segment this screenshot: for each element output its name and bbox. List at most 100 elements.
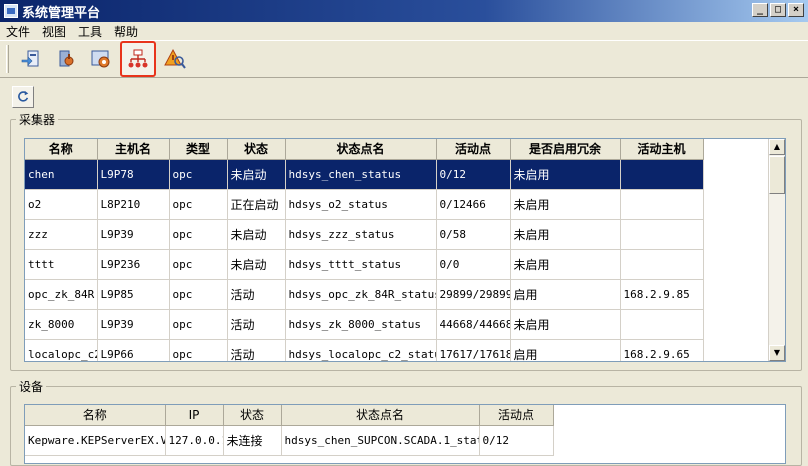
menu-bar: 文件 视图 工具 帮助 bbox=[0, 22, 808, 40]
dev-col-header-name[interactable]: 名称 bbox=[25, 405, 166, 426]
window-title: 系统管理平台 bbox=[22, 5, 101, 21]
collector-cell: 未启用 bbox=[510, 249, 621, 280]
maximize-button[interactable]: □ bbox=[770, 3, 786, 17]
collector-cell: 0/0 bbox=[436, 249, 511, 280]
dev-col-header-active-points[interactable]: 活动点 bbox=[479, 405, 554, 426]
app-icon bbox=[4, 4, 18, 18]
device-cell: 未连接 bbox=[223, 425, 282, 456]
collector-cell: 启用 bbox=[510, 279, 621, 310]
collector-cell: 未启用 bbox=[510, 219, 621, 250]
collector-cell: localopc_c2 bbox=[25, 339, 98, 361]
collector-cell: hdsys_localopc_c2_status bbox=[285, 339, 437, 361]
col-header-active-points[interactable]: 活动点 bbox=[436, 139, 511, 160]
import-button[interactable] bbox=[15, 43, 47, 75]
settings-button[interactable] bbox=[85, 43, 117, 75]
collector-cell: L9P39 bbox=[97, 309, 170, 340]
collector-cell: 正在启动 bbox=[227, 189, 286, 220]
collector-cell: hdsys_o2_status bbox=[285, 189, 437, 220]
refresh-button[interactable] bbox=[12, 86, 34, 108]
collector-cell: opc bbox=[169, 219, 228, 250]
scroll-down-button[interactable]: ▼ bbox=[769, 345, 785, 361]
minimize-button[interactable]: _ bbox=[752, 3, 768, 17]
device-cell: 0/12 bbox=[479, 425, 554, 456]
collector-cell: 活动 bbox=[227, 309, 286, 340]
collector-cell: 未启动 bbox=[227, 159, 286, 190]
collector-cell: L9P236 bbox=[97, 249, 170, 280]
collector-cell: opc bbox=[169, 309, 228, 340]
collector-cell: 17617/17618 bbox=[436, 339, 511, 361]
collector-cell: hdsys_zzz_status bbox=[285, 219, 437, 250]
collector-cell: hdsys_zk_8000_status bbox=[285, 309, 437, 340]
menu-file[interactable]: 文件 bbox=[0, 23, 36, 40]
collector-cell: opc_zk_84R bbox=[25, 279, 98, 310]
collector-cell: 未启用 bbox=[510, 189, 621, 220]
window-controls: _ □ × bbox=[752, 3, 804, 17]
collector-cell: 未启用 bbox=[510, 309, 621, 340]
collector-cell: 168.2.9.85 bbox=[620, 279, 704, 310]
collectors-table[interactable]: 名称 主机名 类型 状态 状态点名 活动点 是否启用冗余 活动主机 chen L9… bbox=[24, 138, 786, 362]
col-header-host[interactable]: 主机名 bbox=[97, 139, 170, 160]
col-header-redundancy[interactable]: 是否启用冗余 bbox=[510, 139, 621, 160]
network-topology-icon bbox=[128, 49, 148, 68]
collector-cell: 29899/29899 bbox=[436, 279, 511, 310]
tool-config-button[interactable] bbox=[50, 43, 82, 75]
alarm-search-button[interactable] bbox=[159, 43, 191, 75]
collector-row[interactable]: zzz L9P39 opc 未启动 hdsys_zzz_status 0/58 未启用 bbox=[25, 219, 704, 250]
menu-tools[interactable]: 工具 bbox=[72, 23, 108, 40]
settings-gear-icon bbox=[91, 50, 110, 68]
collector-cell: 未启动 bbox=[227, 219, 286, 250]
collector-row[interactable]: opc_zk_84R L9P85 opc 活动 hdsys_opc_zk_84R_sta… bbox=[25, 279, 704, 310]
col-header-active-host[interactable]: 活动主机 bbox=[620, 139, 704, 160]
toolbar bbox=[0, 40, 808, 78]
devices-group-label: 设备 bbox=[16, 378, 47, 395]
col-header-name[interactable]: 名称 bbox=[25, 139, 98, 160]
collector-cell: zk_8000 bbox=[25, 309, 98, 340]
collector-cell: L9P39 bbox=[97, 219, 170, 250]
device-cell: 127.0.0.1 bbox=[165, 425, 224, 456]
devices-header-row: 名称 IP 状态 状态点名 活动点 bbox=[25, 405, 554, 426]
collector-cell: L9P85 bbox=[97, 279, 170, 310]
collector-cell: 0/12466 bbox=[436, 189, 511, 220]
menu-view[interactable]: 视图 bbox=[36, 23, 72, 40]
col-header-status[interactable]: 状态 bbox=[227, 139, 286, 160]
collector-cell bbox=[620, 309, 704, 340]
scroll-up-button[interactable]: ▲ bbox=[769, 139, 785, 155]
menu-help[interactable]: 帮助 bbox=[108, 23, 144, 40]
collector-cell: hdsys_opc_zk_84R_status bbox=[285, 279, 437, 310]
collector-cell: opc bbox=[169, 339, 228, 361]
collector-row[interactable]: zk_8000 L9P39 opc 活动 hdsys_zk_8000_status 446… bbox=[25, 309, 704, 340]
refresh-icon bbox=[18, 90, 29, 102]
close-button[interactable]: × bbox=[788, 3, 804, 17]
collector-cell: 0/12 bbox=[436, 159, 511, 190]
collector-cell: 未启动 bbox=[227, 249, 286, 280]
collector-cell: zzz bbox=[25, 219, 98, 250]
collector-cell: opc bbox=[169, 249, 228, 280]
collectors-scrollbar[interactable]: ▲ ▼ bbox=[768, 139, 785, 361]
collector-cell bbox=[620, 189, 704, 220]
collector-cell bbox=[620, 249, 704, 280]
devices-table[interactable]: 名称 IP 状态 状态点名 活动点 Kepware.KEPServerEX.V6… bbox=[24, 404, 786, 464]
toolbar-grip bbox=[6, 45, 9, 73]
collector-cell: 0/58 bbox=[436, 219, 511, 250]
collector-row[interactable]: chen L9P78 opc 未启动 hdsys_chen_status 0/12 未启用 bbox=[25, 159, 704, 190]
collector-cell: L9P78 bbox=[97, 159, 170, 190]
import-icon bbox=[21, 50, 39, 67]
collector-cell: L8P210 bbox=[97, 189, 170, 220]
collector-cell: opc bbox=[169, 189, 228, 220]
device-row[interactable]: Kepware.KEPServerEX.V6 127.0.0.1 未连接 hdsys_… bbox=[25, 425, 554, 456]
dev-col-header-status[interactable]: 状态 bbox=[223, 405, 282, 426]
collector-cell: 未启用 bbox=[510, 159, 621, 190]
col-header-status-point[interactable]: 状态点名 bbox=[285, 139, 437, 160]
col-header-type[interactable]: 类型 bbox=[169, 139, 228, 160]
title-bar: 系统管理平台 _ □ × bbox=[0, 0, 808, 22]
collectors-group-label: 采集器 bbox=[16, 111, 59, 128]
collector-row[interactable]: localopc_c2 L9P66 opc 活动 hdsys_localopc_c2_s… bbox=[25, 339, 704, 361]
collector-row[interactable]: o2 L8P210 opc 正在启动 hdsys_o2_status 0/12466 未启用 bbox=[25, 189, 704, 220]
network-topology-button[interactable] bbox=[120, 41, 156, 77]
dev-col-header-status-point[interactable]: 状态点名 bbox=[281, 405, 480, 426]
collectors-header-row: 名称 主机名 类型 状态 状态点名 活动点 是否启用冗余 活动主机 bbox=[25, 139, 704, 160]
collector-cell: 44668/44668 bbox=[436, 309, 511, 340]
scroll-thumb[interactable] bbox=[769, 156, 785, 194]
dev-col-header-ip[interactable]: IP bbox=[165, 405, 224, 426]
collector-row[interactable]: tttt L9P236 opc 未启动 hdsys_tttt_status 0/0 未启用 bbox=[25, 249, 704, 280]
